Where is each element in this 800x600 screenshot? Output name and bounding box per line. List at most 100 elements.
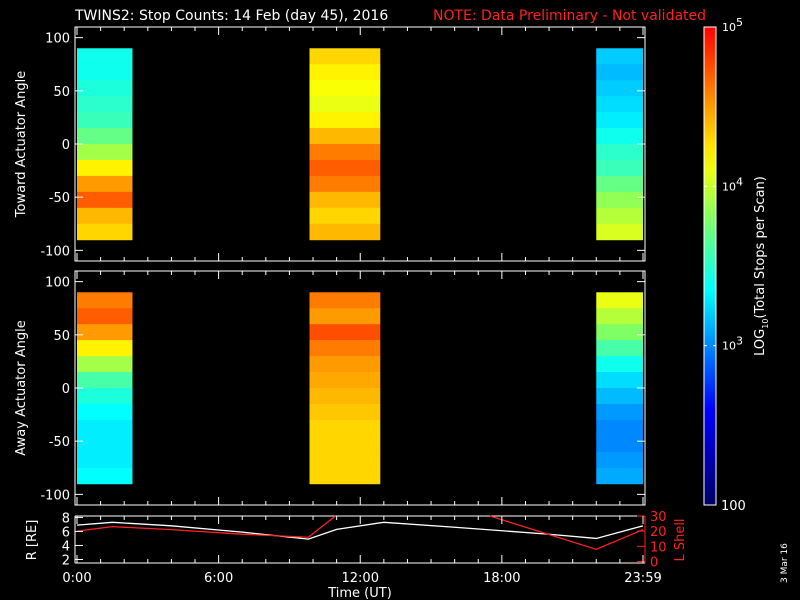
heatmap-cell — [596, 340, 643, 357]
label-suffix: (Total Stops per Scan) — [753, 176, 768, 318]
heatmap-cell — [309, 340, 381, 357]
heatmap-cell — [596, 223, 643, 241]
y-axis-label: Toward Actuator Angle — [14, 71, 29, 218]
x-tick-label: 12:00 — [342, 571, 379, 586]
plot-title: TWINS2: Stop Counts: 14 Feb (day 45), 20… — [74, 8, 388, 24]
heatmap-cell — [596, 403, 643, 421]
tick-base: 10 — [722, 340, 736, 353]
y-tick-label: 4 — [62, 539, 70, 554]
heatmap-cell — [596, 159, 643, 177]
twins-stop-counts-plot: TWINS2: Stop Counts: 14 Feb (day 45), 20… — [0, 0, 800, 600]
heatmap-cell — [77, 159, 133, 177]
heatmap-cell — [309, 435, 381, 453]
heatmap-cell — [596, 467, 643, 485]
heatmap-cell — [77, 388, 133, 405]
colorbar — [703, 26, 717, 506]
heatmap-cell — [309, 80, 381, 97]
heatmap-cell — [309, 403, 381, 421]
heatmap-cell — [77, 340, 133, 357]
colorbar-tick-label: 103 — [722, 335, 743, 353]
tick-base: 10 — [722, 21, 736, 34]
heatmap-cell — [596, 451, 643, 469]
y-tick-label: 50 — [53, 85, 70, 100]
heatmap-cell — [309, 451, 381, 469]
heatmap-cell — [309, 191, 381, 209]
heatmap-cell — [77, 356, 133, 373]
heatmap-cell — [77, 372, 133, 389]
label-prefix: LOG — [753, 329, 768, 356]
heatmap-cell — [596, 388, 643, 405]
tick-exponent: 5 — [736, 16, 743, 29]
tick-exponent: 4 — [736, 175, 743, 188]
heatmap-cell — [309, 96, 381, 113]
y2-tick-label: 10 — [650, 540, 667, 555]
y2-tick-label: 0 — [650, 555, 658, 570]
heatmap-cell — [596, 207, 643, 225]
heatmap-cell — [77, 403, 133, 421]
heatmap-cell — [77, 451, 133, 469]
heatmap-cell — [77, 144, 133, 161]
heatmap-cell — [77, 48, 133, 65]
colorbar-tick-label: 105 — [722, 16, 743, 34]
heatmap-cell — [77, 435, 133, 453]
tick-base: 10 — [722, 180, 736, 193]
heatmap-cell — [309, 128, 381, 145]
colorbar-tick-label: 104 — [722, 175, 743, 193]
tick-exponent: 3 — [736, 335, 743, 348]
heatmap-cell — [596, 292, 643, 309]
y-tick-label: 50 — [53, 329, 70, 344]
heatmap-cell — [309, 223, 381, 241]
heatmap-cell — [309, 419, 381, 437]
x-tick-label: 18:00 — [483, 571, 520, 586]
heatmap-cell — [309, 324, 381, 341]
y-tick-label: 100 — [45, 32, 70, 47]
heatmap-cell — [77, 112, 133, 129]
r-line — [76, 521, 644, 540]
heatmap-cell — [596, 64, 643, 81]
heatmap-cell — [309, 356, 381, 373]
r-axis-label: R [RE] — [25, 520, 40, 561]
heatmap-cell — [596, 308, 643, 325]
l-shell-axis-label: L Shell — [673, 518, 688, 561]
heatmap-cell — [596, 372, 643, 389]
heatmap-cell — [309, 308, 381, 325]
colorbar-label: LOG10(Total Stops per Scan) — [753, 176, 770, 356]
heatmap-cell — [309, 372, 381, 389]
y-axis-label: Away Actuator Angle — [14, 320, 29, 455]
heatmap-cell — [596, 191, 643, 209]
heatmap-cell — [596, 175, 643, 193]
y-tick-label: 6 — [62, 525, 70, 540]
y-tick-label: 0 — [62, 382, 70, 397]
heatmap-cell — [596, 96, 643, 113]
colorbar-bottom-label: 100 — [721, 499, 746, 514]
heatmap-cell — [596, 435, 643, 453]
heatmap-cell — [77, 191, 133, 209]
x-axis-label: Time (UT) — [327, 586, 392, 600]
plot-canvas: TWINS2: Stop Counts: 14 Feb (day 45), 20… — [14, 8, 790, 600]
heatmap-cell — [596, 128, 643, 145]
y-tick-label: 100 — [45, 276, 70, 291]
heatmap-cell — [596, 144, 643, 161]
heatmap-cell — [77, 128, 133, 145]
label-subscript: 10 — [761, 319, 770, 329]
heatmap-cell — [596, 112, 643, 129]
heatmap-cell — [309, 292, 381, 309]
heatmap-cell — [77, 80, 133, 97]
heatmap-cell — [309, 159, 381, 177]
x-tick-label: 23:59 — [624, 571, 661, 586]
y2-tick-label: 20 — [650, 525, 667, 540]
x-tick-label: 0:00 — [62, 571, 91, 586]
heatmap-cell — [596, 80, 643, 97]
heatmap-cell — [77, 223, 133, 241]
heatmap-cell — [77, 64, 133, 81]
y-tick-label: -50 — [49, 191, 70, 206]
y2-tick-label: 30 — [650, 510, 667, 525]
heatmap-cell — [77, 207, 133, 225]
heatmap-cell — [596, 324, 643, 341]
heatmap-cell — [309, 467, 381, 485]
preliminary-note: NOTE: Data Preliminary - Not validated — [433, 8, 706, 24]
heatmap-cell — [77, 308, 133, 325]
heatmap-cell — [309, 48, 381, 65]
heatmap-cell — [77, 324, 133, 341]
x-tick-label: 6:00 — [204, 571, 233, 586]
